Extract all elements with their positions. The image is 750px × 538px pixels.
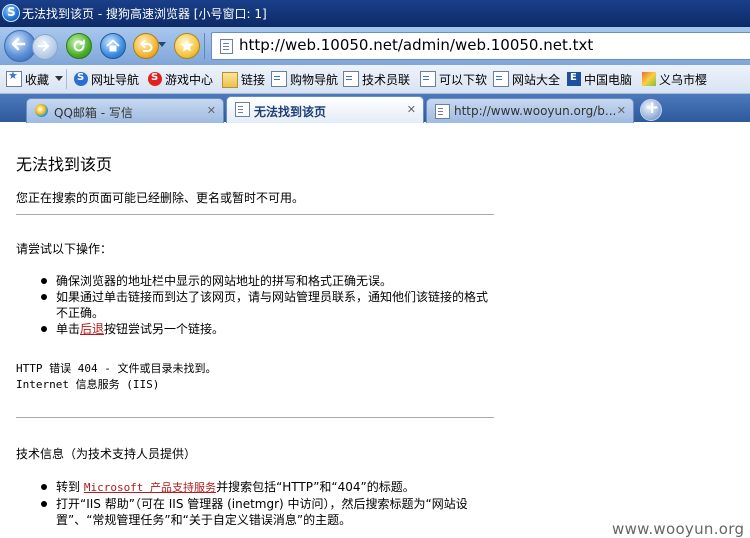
bookmark-label: 义乌市樱 — [659, 72, 708, 87]
close-icon[interactable]: ✕ — [207, 104, 216, 117]
toolbar-separator — [204, 33, 205, 59]
window-title: 无法找到该页 - 搜狗高速浏览器 [小号窗口: 1] — [22, 7, 267, 21]
tip-text: 单击 — [56, 322, 81, 336]
error-code: HTTP 错误 404 - 文件或目录未找到。 — [16, 362, 217, 375]
bookmark-label: 技术员联 — [362, 72, 411, 87]
page-icon — [435, 104, 450, 119]
tab-label: 无法找到该页 — [254, 105, 327, 119]
new-tab-button[interactable] — [640, 98, 662, 121]
bookmarks-bar: 收藏 网址导航 游戏中心 链接 购物导航 技术员联 可以下软 网站大全 中国电脑… — [0, 65, 750, 94]
bookmark-game-center[interactable]: 游戏中心 — [148, 71, 213, 87]
address-url[interactable]: http://web.10050.net/admin/web.10050.net… — [239, 36, 593, 54]
tips-list: 确保浏览器的地址栏中显示的网站地址的拼写和格式正确无误。 如果通过单击链接而到达… — [16, 273, 496, 337]
bookmark-china-computer[interactable]: 中国电脑 — [567, 71, 632, 87]
page-icon — [220, 39, 233, 54]
page-content: 无法找到该页 您正在搜索的页面可能已经删除、更名或暂时不可用。 请尝试以下操作：… — [0, 123, 750, 537]
yiwu-icon — [642, 72, 656, 86]
bookmark-label: 购物导航 — [290, 72, 339, 87]
tech-list: 转到 Microsoft 产品支持服务并搜索包括“HTTP”和“404”的标题。… — [16, 479, 496, 528]
list-item: 如果通过单击链接而到达了该网页，请与网站管理员联系，通知他们该链接的格式不正确。 — [16, 289, 496, 321]
page-icon — [493, 71, 509, 87]
tip-text: 如果通过单击链接而到达了该网页，请与网站管理员联系，通知他们该链接的格式不正确。 — [56, 290, 489, 320]
forward-button[interactable] — [32, 34, 58, 60]
tech-text: 转到 — [56, 480, 84, 494]
tab-label: http://www.wooyun.org/b... — [454, 104, 617, 118]
navigation-toolbar: http://web.10050.net/admin/web.10050.net… — [0, 27, 750, 65]
tab-label: QQ邮箱 - 写信 — [54, 106, 133, 120]
undo-dropdown-icon[interactable] — [158, 42, 166, 47]
home-button[interactable] — [100, 33, 126, 59]
e-icon — [567, 72, 581, 86]
game-icon — [148, 72, 162, 86]
list-item: 打开“IIS 帮助”（可在 IIS 管理器 (inetmgr) 中访问），然后搜… — [16, 496, 496, 528]
watermark: www.wooyun.org — [612, 520, 745, 538]
tip-text: 确保浏览器的地址栏中显示的网站地址的拼写和格式正确无误。 — [56, 274, 393, 288]
list-item: 确保浏览器的地址栏中显示的网站地址的拼写和格式正确无误。 — [16, 273, 496, 289]
tech-heading: 技术信息（为技术支持人员提供） — [16, 447, 197, 461]
bookmark-favorites[interactable]: 收藏 — [6, 69, 50, 87]
back-link[interactable]: 后退 — [80, 322, 104, 336]
bookmark-label: 可以下软 — [439, 72, 488, 87]
qq-mail-icon — [35, 104, 48, 117]
bookmark-downloads[interactable]: 可以下软 — [420, 71, 487, 87]
bookmark-label: 网址导航 — [91, 72, 140, 87]
folder-icon — [222, 72, 238, 88]
tip-text: 按钮尝试另一个链接。 — [104, 322, 225, 336]
favorites-icon — [6, 69, 22, 87]
page-icon — [271, 71, 287, 87]
bookmark-label: 收藏 — [25, 72, 50, 87]
tab-not-found[interactable]: 无法找到该页 ✕ — [226, 96, 424, 123]
refresh-button[interactable] — [66, 33, 92, 59]
page-subtitle: 您正在搜索的页面可能已经删除、更名或暂时不可用。 — [16, 191, 305, 205]
bookmark-label: 游戏中心 — [165, 72, 214, 87]
star-icon — [180, 39, 194, 52]
sogou-browser-logo-icon: S — [2, 4, 20, 22]
page-title: 无法找到该页 — [16, 155, 113, 174]
undo-icon — [140, 40, 153, 52]
back-arrow-icon — [11, 37, 26, 51]
forward-arrow-icon — [37, 40, 50, 52]
list-item: 单击后退按钮尝试另一个链接。 — [16, 321, 496, 337]
title-bar: S 无法找到该页 - 搜狗高速浏览器 [小号窗口: 1] — [0, 0, 750, 27]
undo-close-tab-button[interactable] — [133, 33, 159, 59]
refresh-icon — [73, 39, 85, 52]
close-icon[interactable]: ✕ — [407, 103, 416, 116]
address-bar[interactable]: http://web.10050.net/admin/web.10050.net… — [211, 32, 750, 60]
bookmark-label: 链接 — [241, 72, 266, 87]
tech-text: 打开“IIS 帮助”（可在 IIS 管理器 (inetmgr) 中访问），然后搜… — [56, 497, 468, 527]
bookmark-links-folder[interactable]: 链接 — [222, 71, 266, 88]
bookmarks-separator — [66, 69, 67, 89]
list-item: 转到 Microsoft 产品支持服务并搜索包括“HTTP”和“404”的标题。 — [16, 479, 496, 496]
bookmark-label: 网站大全 — [512, 72, 561, 87]
page-icon — [420, 71, 436, 87]
bookmark-site-directory[interactable]: 网站大全 — [493, 71, 560, 87]
favorites-dropdown-icon[interactable] — [55, 76, 63, 81]
server-name: Internet 信息服务 (IIS) — [16, 378, 160, 391]
ms-support-link[interactable]: Microsoft 产品支持服务 — [84, 481, 216, 494]
sogou-icon — [74, 72, 88, 86]
bookmark-url-navigation[interactable]: 网址导航 — [74, 71, 139, 87]
home-icon — [106, 39, 120, 52]
tab-wooyun[interactable]: http://www.wooyun.org/b... ✕ — [426, 98, 634, 123]
bookmark-label: 中国电脑 — [584, 72, 633, 87]
bookmark-yiwu[interactable]: 义乌市樱 — [642, 71, 707, 87]
close-icon[interactable]: ✕ — [617, 104, 626, 117]
tab-bar: QQ邮箱 - 写信 ✕ 无法找到该页 ✕ http://www.wooyun.o… — [0, 94, 750, 123]
try-heading: 请尝试以下操作： — [16, 242, 113, 256]
bookmark-shopping[interactable]: 购物导航 — [271, 71, 338, 87]
bookmark-tech[interactable]: 技术员联 — [343, 71, 410, 87]
favorite-button[interactable] — [174, 33, 200, 59]
page-icon — [235, 102, 250, 117]
page-icon — [343, 71, 359, 87]
tech-text: 并搜索包括“HTTP”和“404”的标题。 — [216, 480, 415, 494]
divider — [16, 417, 494, 418]
divider — [16, 214, 494, 215]
tab-qq-mail[interactable]: QQ邮箱 - 写信 ✕ — [26, 98, 224, 123]
